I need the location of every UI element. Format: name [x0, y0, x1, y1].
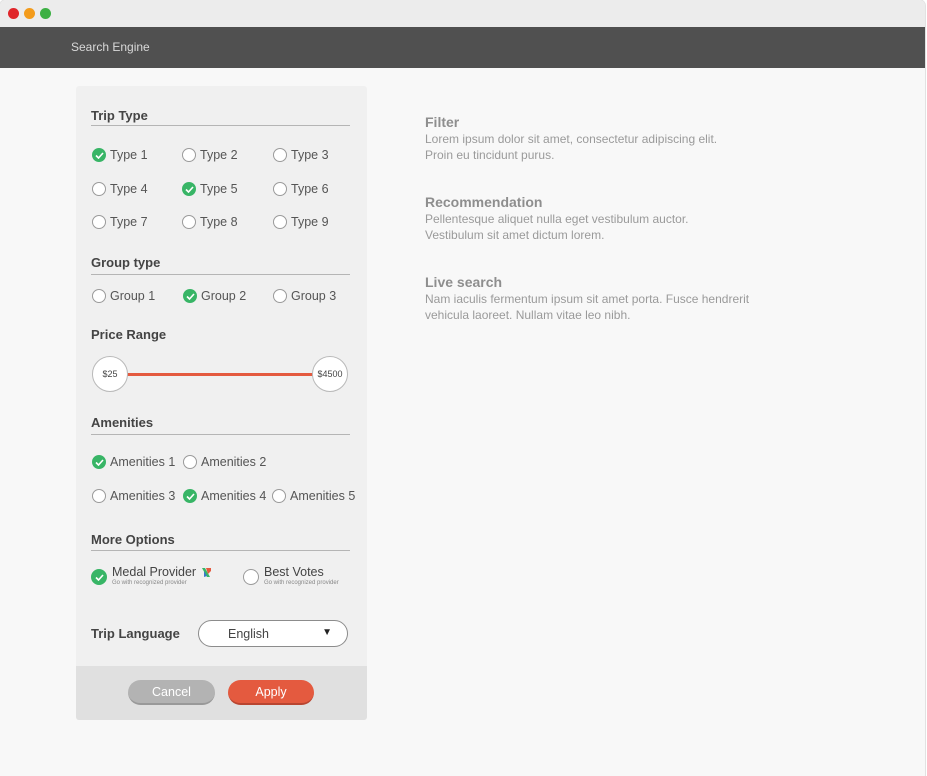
trip-type-option-label: Type 8 [200, 215, 238, 229]
recommendation-description-line: Vestibulum sit amet dictum lorem. [425, 228, 605, 242]
price-min-handle[interactable]: $25 [92, 356, 128, 392]
more-options-title: More Options [91, 532, 175, 547]
trip-type-option-label: Type 5 [200, 182, 238, 196]
dropdown-arrow-icon: ▼ [322, 627, 332, 638]
amenity-option-label: Amenities 3 [110, 489, 176, 503]
radio-unchecked-icon [92, 489, 106, 503]
amenity-option-3[interactable]: Amenities 3 [92, 489, 177, 507]
more-options-divider [91, 550, 350, 551]
radio-checked-icon [183, 489, 197, 503]
trip-type-option-1[interactable]: Type 1 [92, 148, 162, 166]
medal-icon [201, 565, 212, 577]
medal-provider-label: Medal Provider [112, 565, 197, 579]
panel-footer: Cancel Apply [76, 666, 367, 720]
radio-unchecked-icon [273, 215, 287, 229]
medal-provider-sublabel: Go with recognized provider [112, 580, 187, 586]
trip-type-option-4[interactable]: Type 4 [92, 182, 162, 200]
trip-type-option-7[interactable]: Type 7 [92, 215, 162, 233]
radio-unchecked-icon [273, 289, 287, 303]
close-window-button[interactable] [8, 8, 19, 19]
recommendation-title: Recommendation [425, 194, 543, 210]
best-votes-label: Best Votes [264, 565, 324, 579]
zoom-window-button[interactable] [40, 8, 51, 19]
radio-unchecked-icon [183, 455, 197, 469]
trip-type-option-6[interactable]: Type 6 [273, 182, 343, 200]
filter-description: Lorem ipsum dolor sit amet, consectetur … [425, 131, 785, 163]
group-type-divider [91, 274, 350, 275]
radio-checked-icon [183, 289, 197, 303]
live-search-description: Nam iaculis fermentum ipsum sit amet por… [425, 291, 785, 323]
radio-unchecked-icon [272, 489, 286, 503]
price-range-track[interactable] [116, 373, 316, 376]
search-filter-panel: Trip Type Type 1 Type 2 Type 3 Type 4 Ty… [76, 86, 367, 720]
best-votes-sublabel: Go with recognized provider [264, 580, 339, 586]
trip-language-label: Trip Language [91, 626, 180, 641]
group-option-label: Group 2 [201, 289, 247, 303]
trip-type-option-label: Type 2 [200, 148, 238, 162]
live-search-title: Live search [425, 274, 503, 290]
trip-language-select[interactable]: English ▼ [198, 620, 348, 647]
trip-type-option-9[interactable]: Type 9 [273, 215, 343, 233]
radio-unchecked-icon [182, 215, 196, 229]
trip-type-option-label: Type 1 [110, 148, 148, 162]
radio-unchecked-icon [92, 215, 106, 229]
trip-type-option-2[interactable]: Type 2 [182, 148, 252, 166]
radio-checked-icon [92, 148, 106, 162]
radio-unchecked-icon [243, 569, 259, 585]
group-option-1[interactable]: Group 1 [92, 289, 164, 307]
group-option-label: Group 3 [291, 289, 337, 303]
trip-type-option-3[interactable]: Type 3 [273, 148, 343, 166]
trip-type-option-label: Type 6 [291, 182, 329, 196]
amenity-option-5[interactable]: Amenities 5 [272, 489, 357, 507]
trip-type-option-8[interactable]: Type 8 [182, 215, 252, 233]
amenity-option-1[interactable]: Amenities 1 [92, 455, 177, 473]
price-range-title: Price Range [91, 327, 167, 342]
amenity-option-label: Amenities 4 [201, 489, 267, 503]
radio-unchecked-icon [92, 289, 106, 303]
amenity-option-label: Amenities 2 [201, 455, 267, 469]
radio-unchecked-icon [92, 182, 106, 196]
amenity-option-label: Amenities 1 [110, 455, 176, 469]
radio-checked-icon [182, 182, 196, 196]
radio-checked-icon [91, 569, 107, 585]
group-type-title: Group type [91, 255, 161, 270]
group-option-2[interactable]: Group 2 [183, 289, 255, 307]
group-option-label: Group 1 [110, 289, 156, 303]
app-header: Search Engine [0, 27, 925, 68]
amenities-divider [91, 434, 350, 435]
trip-type-option-5[interactable]: Type 5 [182, 182, 252, 200]
group-option-3[interactable]: Group 3 [273, 289, 345, 307]
trip-type-option-label: Type 7 [110, 215, 148, 229]
cancel-button[interactable]: Cancel [128, 680, 215, 705]
trip-type-option-label: Type 4 [110, 182, 148, 196]
filter-description-line: Proin eu tincidunt purus. [425, 148, 555, 162]
trip-type-title: Trip Type [91, 108, 148, 123]
live-search-description-line: vehicula laoreet. Nullam vitae leo nibh. [425, 308, 631, 322]
radio-checked-icon [92, 455, 106, 469]
minimize-window-button[interactable] [24, 8, 35, 19]
live-search-description-line: Nam iaculis fermentum ipsum sit amet por… [425, 292, 750, 306]
apply-button[interactable]: Apply [228, 680, 314, 705]
app-title: Search Engine [71, 40, 150, 54]
trip-language-value: English [228, 627, 269, 641]
amenity-option-4[interactable]: Amenities 4 [183, 489, 268, 507]
trip-type-option-label: Type 9 [291, 215, 329, 229]
radio-unchecked-icon [182, 148, 196, 162]
price-max-handle[interactable]: $4500 [312, 356, 348, 392]
app-window: Search Engine Trip Type Type 1 Type 2 Ty… [0, 0, 925, 776]
amenity-option-label: Amenities 5 [290, 489, 356, 503]
trip-type-divider [91, 125, 350, 126]
recommendation-description-line: Pellentesque aliquet nulla eget vestibul… [425, 212, 689, 226]
filter-title: Filter [425, 114, 460, 130]
filter-description-line: Lorem ipsum dolor sit amet, consectetur … [425, 132, 718, 146]
title-bar [0, 0, 925, 27]
radio-unchecked-icon [273, 148, 287, 162]
radio-unchecked-icon [273, 182, 287, 196]
amenities-title: Amenities [91, 415, 154, 430]
trip-type-option-label: Type 3 [291, 148, 329, 162]
recommendation-description: Pellentesque aliquet nulla eget vestibul… [425, 211, 785, 243]
amenity-option-2[interactable]: Amenities 2 [183, 455, 268, 473]
